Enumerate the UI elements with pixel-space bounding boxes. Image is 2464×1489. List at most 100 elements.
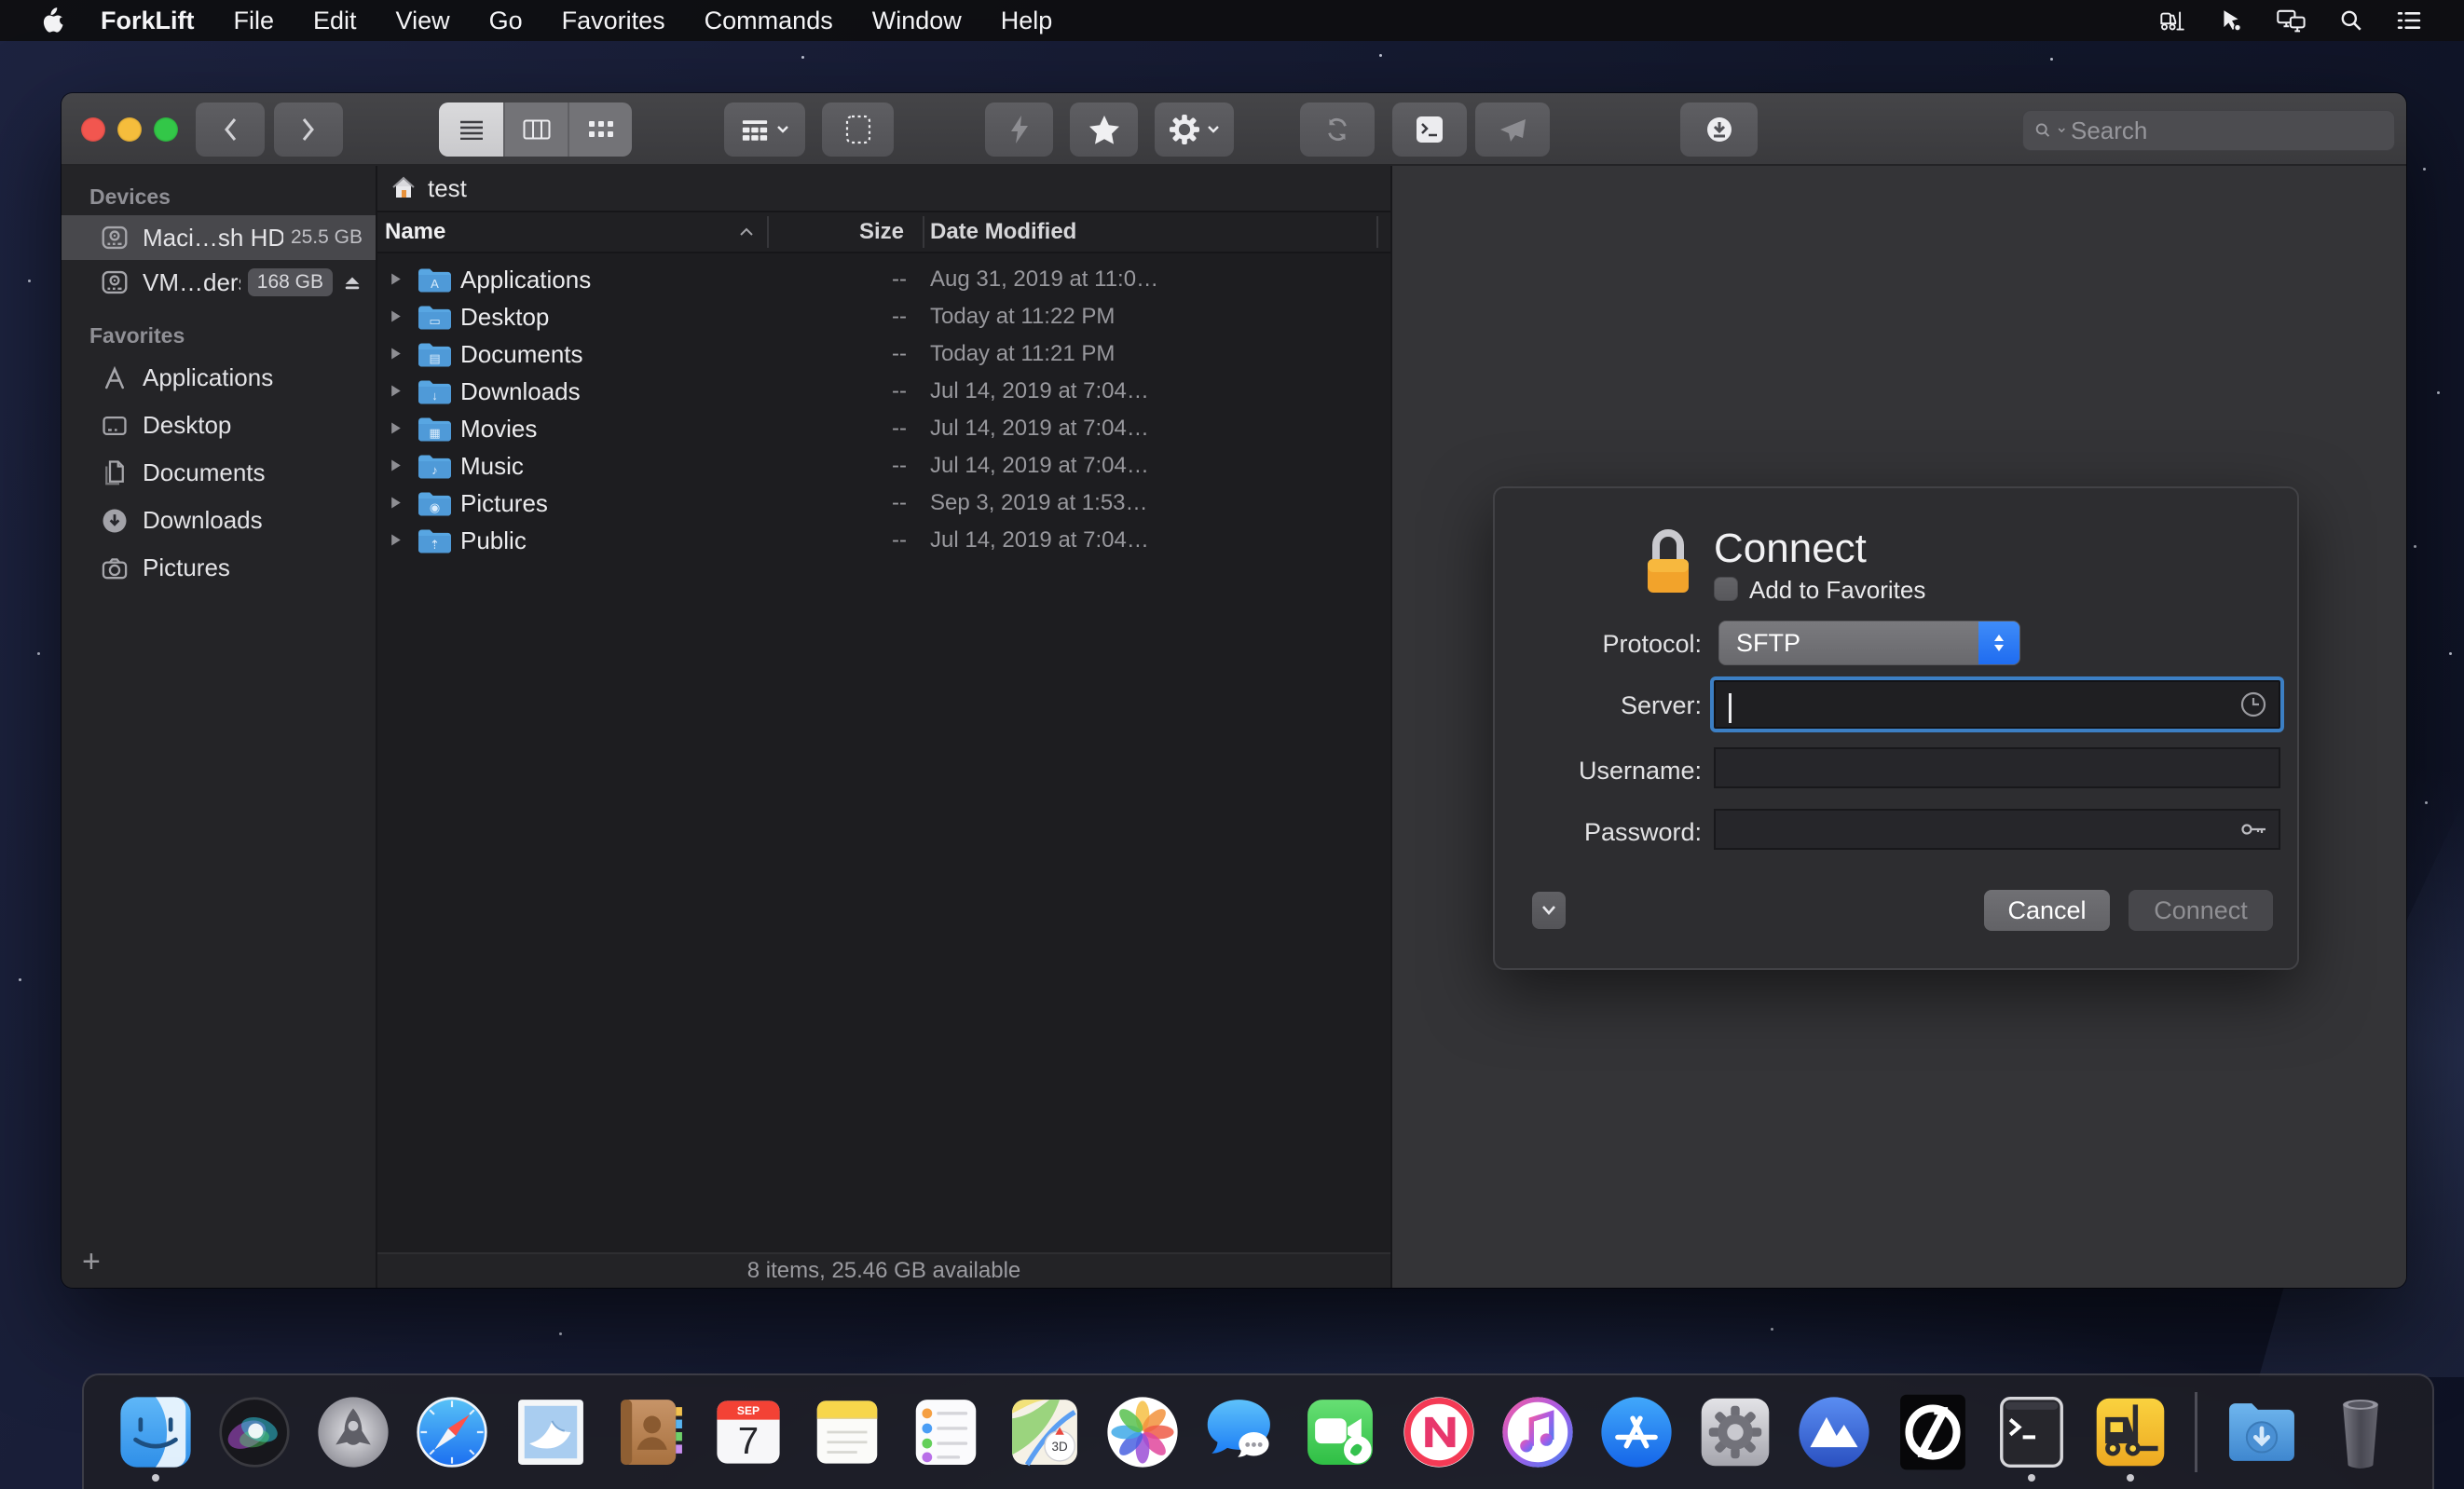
disclosure-triangle-icon[interactable] xyxy=(390,533,402,552)
sidebar-item-documents[interactable]: Documents xyxy=(62,449,376,497)
dock-photos-icon[interactable] xyxy=(1102,1381,1183,1483)
file-row-public[interactable]: ⇡Public--Jul 14, 2019 at 7:04… xyxy=(377,522,1390,559)
username-input[interactable] xyxy=(1716,749,2279,786)
disclosure-triangle-icon[interactable] xyxy=(390,272,402,291)
zoom-button[interactable] xyxy=(154,117,178,142)
dock-notes-icon[interactable] xyxy=(807,1381,887,1483)
dock-finder-icon[interactable] xyxy=(116,1381,196,1483)
sidebar-item-downloads[interactable]: Downloads xyxy=(62,497,376,544)
dock-news-icon[interactable] xyxy=(1399,1381,1479,1483)
dock-maps-icon[interactable]: 3D xyxy=(1005,1381,1085,1483)
disclosure-triangle-icon[interactable] xyxy=(390,384,402,403)
dock-app-store-icon[interactable] xyxy=(1596,1381,1677,1483)
dock-system-preferences-icon[interactable] xyxy=(1695,1381,1775,1483)
disclosure-triangle-icon[interactable] xyxy=(390,458,402,477)
sidebar-item-maci-sh-hd[interactable]: Maci…sh HD25.5 GB xyxy=(62,215,376,260)
username-field[interactable] xyxy=(1714,747,2280,788)
sidebar-item-applications[interactable]: Applications xyxy=(62,354,376,402)
disclosure-triangle-icon[interactable] xyxy=(390,421,402,440)
dock-forklift-icon[interactable] xyxy=(2090,1381,2170,1483)
disclosure-triangle-icon[interactable] xyxy=(390,309,402,328)
protocol-popup[interactable]: SFTP xyxy=(1718,621,2020,665)
cancel-button[interactable]: Cancel xyxy=(1984,890,2110,931)
menu-window[interactable]: Window xyxy=(872,7,962,35)
terminal-button[interactable] xyxy=(1392,102,1467,157)
actions-button[interactable] xyxy=(1155,102,1234,157)
sidebar-item-pictures[interactable]: Pictures xyxy=(62,544,376,592)
sync-button[interactable] xyxy=(1300,102,1375,157)
menu-commands[interactable]: Commands xyxy=(705,7,833,35)
dock-downloads-folder-icon[interactable] xyxy=(2222,1381,2302,1483)
dock-safari-icon[interactable] xyxy=(412,1381,492,1483)
add-to-favorites-label[interactable]: Add to Favorites xyxy=(1749,576,1925,605)
file-row-movies[interactable]: ▦Movies--Jul 14, 2019 at 7:04… xyxy=(377,410,1390,447)
dock-calendar-icon[interactable]: SEP7 xyxy=(708,1381,788,1483)
column-header-date[interactable]: Date Modified xyxy=(930,219,1076,245)
column-divider[interactable] xyxy=(1376,216,1378,248)
list-icon[interactable] xyxy=(2395,9,2423,32)
file-row-pictures[interactable]: ◉Pictures--Sep 3, 2019 at 1:53… xyxy=(377,485,1390,522)
dock-terminal-icon[interactable] xyxy=(1992,1381,2072,1483)
history-clock-icon[interactable] xyxy=(2239,690,2267,718)
menu-go[interactable]: Go xyxy=(489,7,523,35)
app-menu-forklift[interactable]: ForkLift xyxy=(101,7,195,35)
favorites-button[interactable] xyxy=(1070,102,1138,157)
sidebar-add-button[interactable]: + xyxy=(82,1244,101,1280)
dock-blue-mountains-app-icon[interactable] xyxy=(1794,1381,1874,1483)
file-row-applications[interactable]: AApplications--Aug 31, 2019 at 11:0… xyxy=(377,261,1390,298)
menu-help[interactable]: Help xyxy=(1001,7,1053,35)
disclosure-triangle-icon[interactable] xyxy=(390,347,402,365)
select-button[interactable] xyxy=(822,102,894,157)
search-input[interactable] xyxy=(2071,116,2383,145)
file-row-downloads[interactable]: ↓Downloads--Jul 14, 2019 at 7:04… xyxy=(377,373,1390,410)
password-field[interactable] xyxy=(1714,809,2280,850)
forward-button[interactable] xyxy=(274,102,343,157)
password-input[interactable] xyxy=(1716,811,2279,848)
advanced-disclosure-button[interactable] xyxy=(1532,892,1566,929)
file-row-documents[interactable]: ▤Documents--Today at 11:21 PM xyxy=(377,335,1390,373)
column-header-size[interactable]: Size xyxy=(767,219,904,245)
dock-mail-icon[interactable] xyxy=(511,1381,591,1483)
displays-icon[interactable] xyxy=(2276,7,2307,34)
connect-button[interactable]: Connect xyxy=(2129,890,2273,931)
path-bar[interactable]: test xyxy=(377,166,1390,212)
menu-view[interactable]: View xyxy=(396,7,450,35)
dock-messages-icon[interactable] xyxy=(1201,1381,1281,1483)
list-view-button[interactable] xyxy=(439,102,503,157)
path-location-label[interactable]: test xyxy=(428,174,467,203)
column-header-name[interactable]: Name xyxy=(385,219,445,245)
quick-actions-button[interactable] xyxy=(985,102,1053,157)
column-divider[interactable] xyxy=(923,216,924,248)
dock-siri-icon[interactable] xyxy=(214,1381,294,1483)
dock-trash-icon[interactable] xyxy=(2320,1381,2401,1483)
server-field[interactable] xyxy=(1714,680,2280,729)
icon-view-button[interactable] xyxy=(568,102,632,157)
add-to-favorites-checkbox[interactable] xyxy=(1714,577,1738,601)
dock-launchpad-icon[interactable] xyxy=(313,1381,393,1483)
sidebar-item-desktop[interactable]: Desktop xyxy=(62,402,376,449)
disclosure-triangle-icon[interactable] xyxy=(390,496,402,514)
transfer-button[interactable] xyxy=(1475,102,1550,157)
download-button[interactable] xyxy=(1680,102,1758,157)
apple-menu-icon[interactable] xyxy=(37,7,65,34)
search-field[interactable] xyxy=(2022,110,2395,151)
forklift-status-icon[interactable] xyxy=(2156,7,2186,34)
screen-control-icon[interactable] xyxy=(2218,7,2244,34)
file-row-music[interactable]: ♪Music--Jul 14, 2019 at 7:04… xyxy=(377,447,1390,485)
menu-favorites[interactable]: Favorites xyxy=(562,7,665,35)
dock-facetime-icon[interactable] xyxy=(1300,1381,1380,1483)
dock-itunes-icon[interactable] xyxy=(1498,1381,1578,1483)
dock-reminders-icon[interactable] xyxy=(906,1381,986,1483)
menu-file[interactable]: File xyxy=(234,7,275,35)
eject-icon[interactable] xyxy=(342,273,363,292)
close-button[interactable] xyxy=(81,117,105,142)
back-button[interactable] xyxy=(196,102,265,157)
spotlight-icon[interactable] xyxy=(2339,8,2363,33)
menu-edit[interactable]: Edit xyxy=(313,7,357,35)
column-view-button[interactable] xyxy=(503,102,568,157)
server-input[interactable] xyxy=(1716,682,2279,727)
file-row-desktop[interactable]: ▭Desktop--Today at 11:22 PM xyxy=(377,298,1390,335)
arrange-button[interactable] xyxy=(724,102,805,157)
minimize-button[interactable] xyxy=(117,117,142,142)
sidebar-item-vm-ders[interactable]: VM…ders168 GB xyxy=(62,260,376,305)
